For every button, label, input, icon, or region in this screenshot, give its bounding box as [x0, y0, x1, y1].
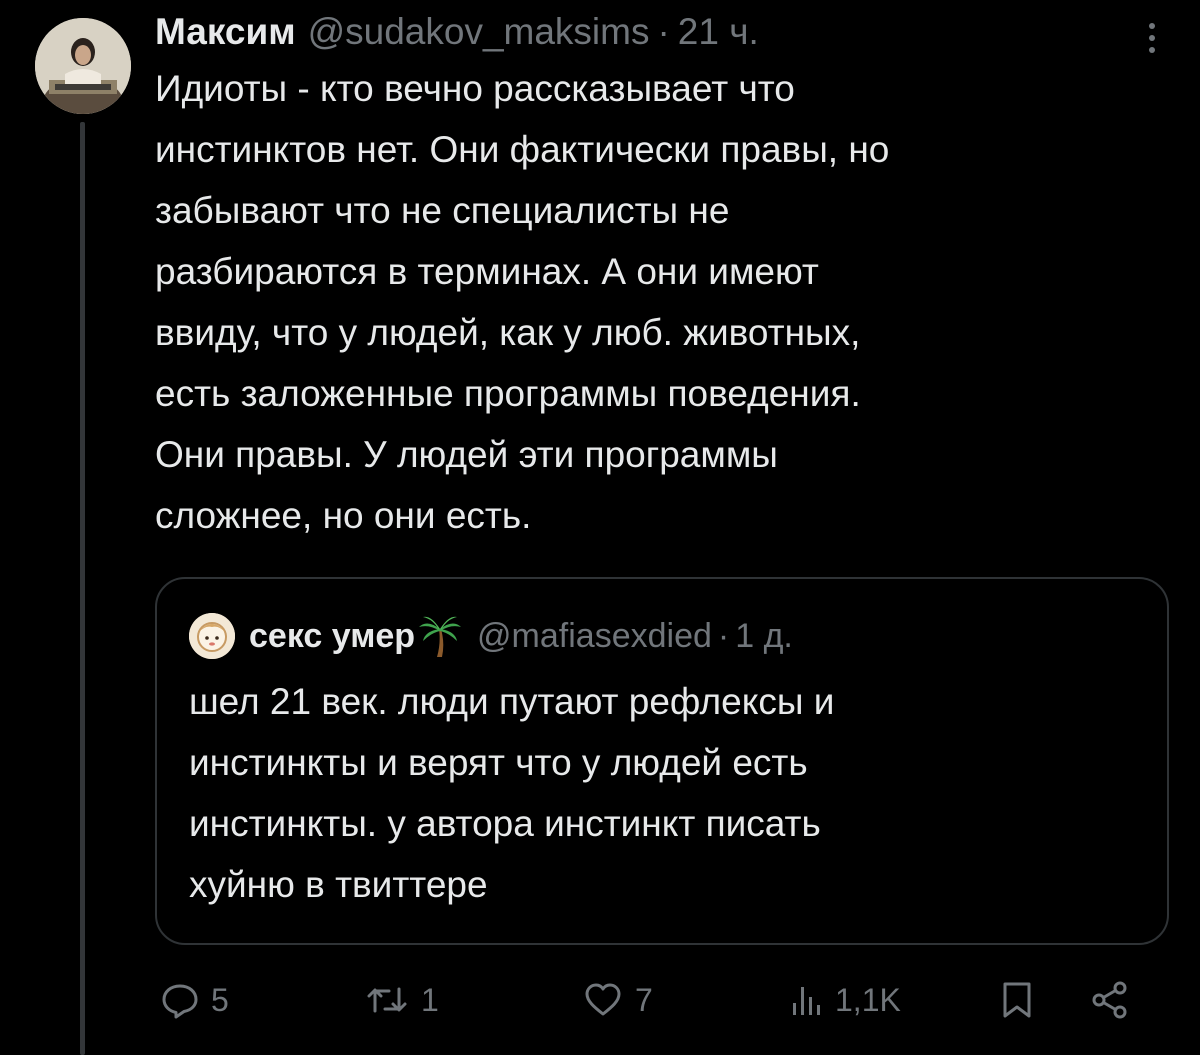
- bookmark-button[interactable]: [1000, 975, 1034, 1025]
- retweet-icon: [367, 987, 407, 1013]
- tweet-actions-bar: 5 1 7 1,1K: [155, 975, 1155, 1025]
- share-button[interactable]: [1090, 975, 1130, 1025]
- tweet-text: Идиоты - кто вечно рассказывает что инст…: [155, 68, 890, 536]
- quoted-tweet-timestamp: 1 д.: [735, 616, 793, 655]
- quoted-separator-dot: ·: [717, 616, 730, 655]
- thread-line: [80, 122, 85, 1055]
- quoted-tweet[interactable]: секс умер @mafiasexdied · 1 д. шел 21 ве…: [155, 577, 1169, 945]
- author-avatar[interactable]: [35, 18, 131, 114]
- retweet-count: 1: [421, 981, 439, 1018]
- author-handle[interactable]: @sudakov_maksims: [308, 8, 650, 56]
- views-bar-chart-icon: [793, 987, 820, 1015]
- reply-button[interactable]: 5: [161, 975, 229, 1025]
- like-count: 7: [635, 981, 653, 1018]
- quoted-author-name: секс умер: [249, 616, 416, 655]
- quoted-author-handle: @mafiasexdied: [477, 616, 712, 655]
- share-icon: [1092, 981, 1127, 1019]
- views-count: 1,1K: [835, 981, 901, 1018]
- tweet-header: Максим @sudakov_maksims · 21 ч.: [155, 8, 759, 56]
- tweet[interactable]: Максим @sudakov_maksims · 21 ч. Идиоты -…: [0, 0, 1200, 1055]
- heart-icon: [585, 983, 621, 1016]
- palm-tree-icon: [417, 613, 463, 659]
- quoted-tweet-header: секс умер @mafiasexdied · 1 д.: [189, 611, 793, 661]
- reply-count: 5: [211, 981, 229, 1018]
- quoted-tweet-text: шел 21 век. люди путают рефлексы и инсти…: [189, 681, 835, 905]
- tweet-timestamp[interactable]: 21 ч.: [678, 8, 759, 56]
- separator-dot: ·: [657, 11, 670, 52]
- like-button[interactable]: 7: [583, 975, 653, 1025]
- bookmark-icon: [1003, 982, 1031, 1018]
- views-button[interactable]: 1,1K: [789, 975, 901, 1025]
- retweet-button[interactable]: 1: [365, 975, 439, 1025]
- author-name[interactable]: Максим: [155, 8, 296, 56]
- reply-icon: [162, 984, 198, 1019]
- quoted-author-avatar: [189, 613, 235, 659]
- more-options-icon[interactable]: [1132, 18, 1172, 58]
